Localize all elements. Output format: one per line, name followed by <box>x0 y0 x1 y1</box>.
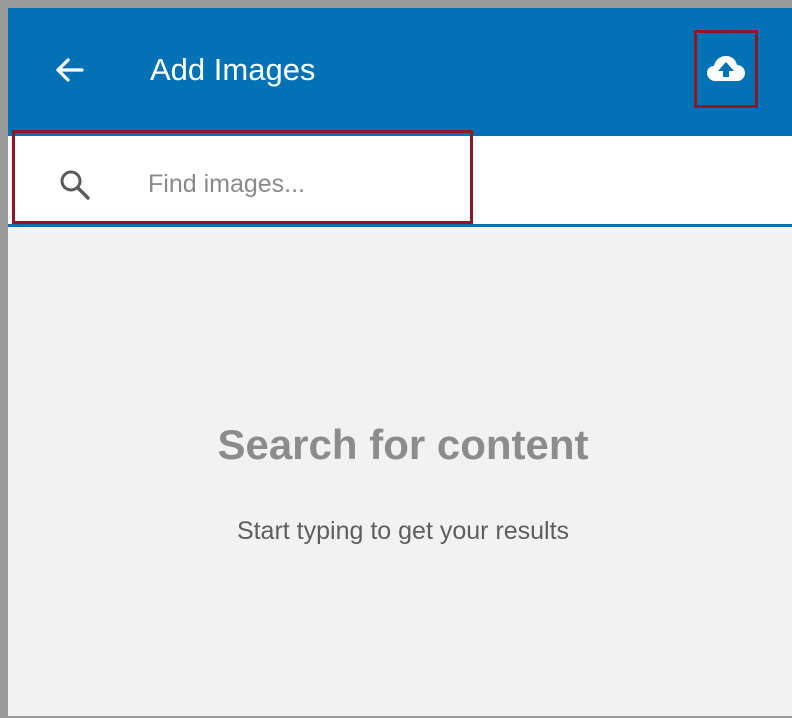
cloud-upload-icon <box>707 56 745 81</box>
search-bar <box>8 136 792 227</box>
back-button[interactable] <box>48 48 92 92</box>
search-icon <box>60 170 90 200</box>
upload-highlight <box>694 30 758 108</box>
search-input[interactable] <box>148 164 448 204</box>
results-area: Search for content Start typing to get y… <box>8 227 792 716</box>
add-images-panel: Add Images Search for content Start typi… <box>0 0 792 718</box>
page-title: Add Images <box>150 52 316 87</box>
panel-header: Add Images <box>8 8 792 136</box>
upload-button[interactable] <box>697 33 755 105</box>
arrow-left-icon <box>56 58 84 82</box>
empty-state-subtitle: Start typing to get your results <box>236 517 570 545</box>
empty-state-title: Search for content <box>217 421 589 468</box>
